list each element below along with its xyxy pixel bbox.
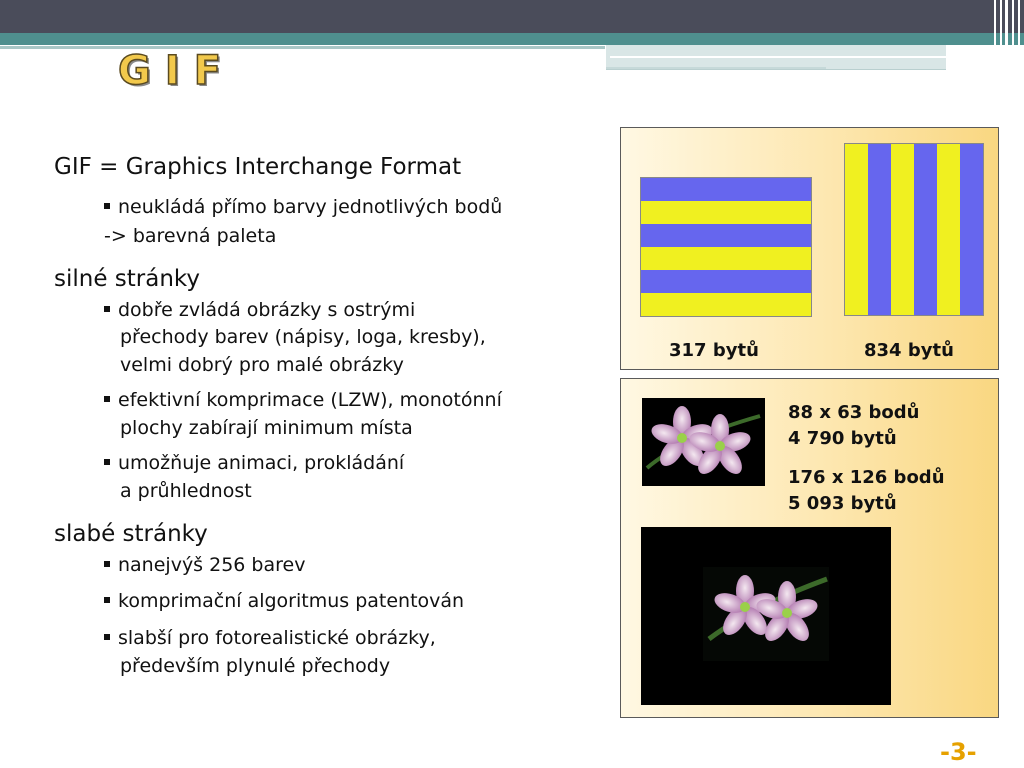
bullet-icon (104, 395, 110, 402)
teal-band (0, 33, 1024, 45)
slide-title: GIF (117, 47, 236, 95)
header-vertical-stripes (990, 0, 1024, 70)
stripes-panel: 317 bytů 834 bytů (620, 127, 999, 370)
strength-2-line1: efektivní komprimace (LZW), monotónní (104, 386, 502, 415)
vertical-stripes-caption: 834 bytů (864, 340, 954, 361)
small-image-size: 88 x 63 bodů (788, 402, 920, 423)
main-heading: GIF = Graphics Interchange Format (54, 154, 462, 180)
small-image-bytes: 4 790 bytů (788, 428, 897, 449)
strength-1-line1: dobře zvládá obrázky s ostrými (104, 296, 415, 325)
weakness-3-line2: především plynulé přechody (120, 655, 391, 677)
horizontal-stripes-caption: 317 bytů (669, 340, 759, 361)
photos-panel: 88 x 63 bodů 4 790 bytů 176 x 126 bodů 5… (620, 378, 999, 718)
strength-2-line2: plochy zabírají minimum místa (120, 417, 413, 439)
strengths-heading: silné stránky (54, 266, 201, 292)
strength-1-line2: přechody barev (nápisy, loga, kresby), (120, 326, 486, 348)
bullet-intro-line2: -> barevná paleta (104, 225, 277, 247)
large-image-bytes: 5 093 bytů (788, 493, 897, 514)
bullet-icon (104, 596, 110, 603)
weakness-2: komprimační algoritmus patentován (104, 587, 464, 616)
vertical-stripes-image (844, 143, 984, 316)
strength-1-line3: velmi dobrý pro malé obrázky (120, 354, 404, 376)
bullet-icon (104, 202, 110, 209)
page-number: -3- (940, 738, 977, 766)
weakness-1: nanejvýš 256 barev (104, 551, 305, 580)
header-line-lower (606, 67, 826, 69)
horizontal-stripes-image (640, 177, 812, 317)
large-image-size: 176 x 126 bodů (788, 467, 945, 488)
strength-3-line2: a průhlednost (120, 480, 252, 502)
small-flower-image (642, 398, 765, 486)
bullet-intro-line1: neukládá přímo barvy jednotlivých bodů (104, 193, 502, 222)
large-flower-image (641, 527, 891, 705)
bullet-icon (104, 633, 110, 640)
strength-3-line1: umožňuje animaci, prokládání (104, 449, 404, 478)
header-line (0, 46, 605, 49)
bullet-icon (104, 305, 110, 312)
bullet-icon (104, 560, 110, 567)
top-bar (0, 0, 1024, 33)
bullet-icon (104, 458, 110, 465)
header-line-inner (610, 56, 946, 58)
weakness-3-line1: slabší pro fotorealistické obrázky, (104, 624, 436, 653)
weaknesses-heading: slabé stránky (54, 521, 208, 547)
